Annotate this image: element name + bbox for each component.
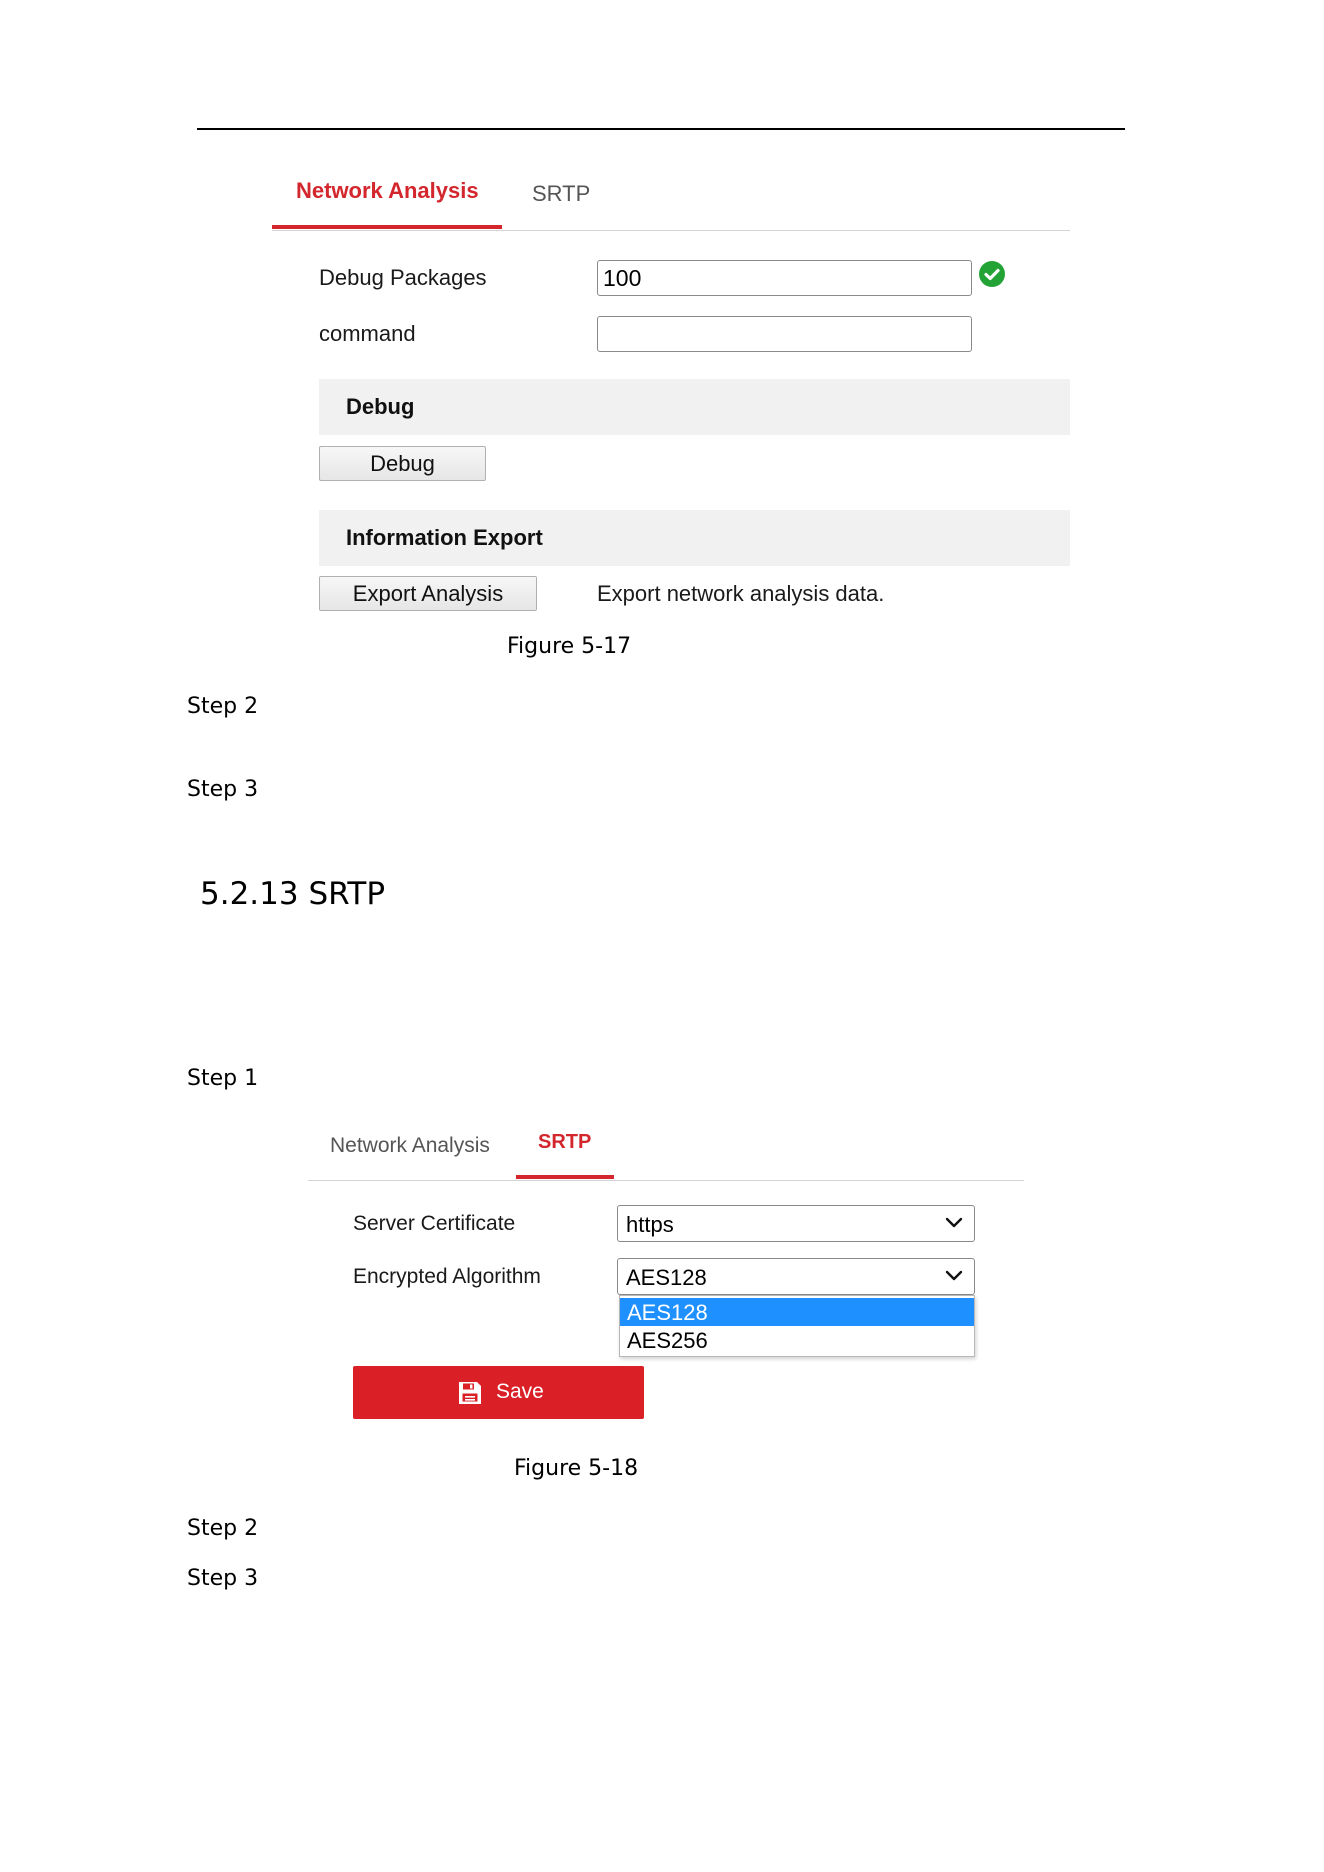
debug-packages-label: Debug Packages bbox=[319, 265, 487, 290]
tab-bar: Network Analysis SRTP bbox=[308, 1115, 1024, 1181]
debug-packages-input[interactable] bbox=[597, 260, 972, 296]
command-label: command bbox=[319, 321, 416, 346]
floppy-disk-icon bbox=[459, 1382, 481, 1404]
tab-srtp[interactable]: SRTP bbox=[530, 160, 610, 230]
save-button[interactable]: Save bbox=[353, 1366, 644, 1419]
network-analysis-panel: Network Analysis SRTP Debug Packages com… bbox=[272, 160, 1070, 611]
step-label: Step 3 bbox=[187, 777, 259, 802]
server-certificate-select[interactable]: https bbox=[617, 1205, 975, 1242]
export-analysis-button[interactable]: Export Analysis bbox=[319, 576, 537, 611]
export-description: Export network analysis data. bbox=[597, 581, 885, 606]
section-heading: 5.2.13 SRTP bbox=[200, 876, 386, 912]
chevron-down-icon bbox=[945, 1270, 963, 1281]
step-label: Step 2 bbox=[187, 1516, 259, 1541]
encrypted-algorithm-label: Encrypted Algorithm bbox=[353, 1265, 541, 1288]
command-input[interactable] bbox=[597, 316, 972, 352]
step-label: Step 1 bbox=[187, 1066, 259, 1091]
option-aes128[interactable]: AES128 bbox=[620, 1298, 974, 1326]
algorithm-dropdown-list: AES128 AES256 bbox=[619, 1295, 975, 1357]
step-label: Step 3 bbox=[187, 1566, 259, 1591]
tab-network-analysis[interactable]: Network Analysis bbox=[330, 1115, 500, 1185]
figure-caption: Figure 5-18 bbox=[514, 1456, 639, 1481]
figure-caption: Figure 5-17 bbox=[507, 634, 632, 659]
debug-section-header: Debug bbox=[319, 379, 1070, 435]
server-certificate-label: Server Certificate bbox=[353, 1212, 516, 1235]
step-label: Step 2 bbox=[187, 694, 259, 719]
information-export-section-header: Information Export bbox=[319, 510, 1070, 566]
check-circle-icon bbox=[979, 261, 1005, 287]
chevron-down-icon bbox=[945, 1217, 963, 1228]
tab-network-analysis[interactable]: Network Analysis bbox=[272, 160, 502, 229]
tab-srtp[interactable]: SRTP bbox=[516, 1115, 614, 1179]
encrypted-algorithm-select[interactable]: AES128 bbox=[617, 1258, 975, 1295]
header-rule bbox=[197, 128, 1125, 130]
srtp-panel: Network Analysis SRTP Server Certificate… bbox=[308, 1115, 1024, 1425]
tab-bar: Network Analysis SRTP bbox=[272, 160, 1070, 231]
option-aes256[interactable]: AES256 bbox=[620, 1326, 974, 1354]
debug-button[interactable]: Debug bbox=[319, 446, 486, 481]
